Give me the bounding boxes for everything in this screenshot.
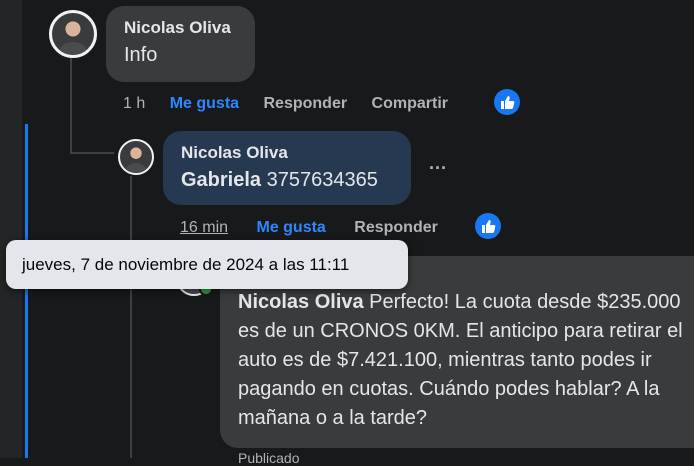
comment-text: Info (124, 44, 158, 66)
like-button[interactable]: Me gusta (170, 95, 239, 113)
like-reaction-icon[interactable] (494, 89, 520, 115)
mention-link[interactable]: Gabriela (181, 169, 261, 191)
comment-text: Gabriela 3757634365 (181, 169, 411, 192)
reply-bubble: Nicolas Oliva Gabriela 3757634365 (163, 131, 411, 205)
left-panel (0, 0, 22, 458)
avatar[interactable] (49, 10, 97, 58)
like-button[interactable]: Me gusta (256, 219, 325, 237)
share-button[interactable]: Compartir (372, 95, 448, 113)
more-options-icon[interactable]: ··· (429, 158, 447, 179)
comment-time[interactable]: 16 min (180, 219, 228, 237)
thread-line-horizontal (70, 152, 114, 154)
comment-time[interactable]: 1 h (123, 95, 145, 113)
comment-author[interactable]: Nicolas Oliva (124, 18, 255, 38)
thread-line-reply (130, 176, 132, 458)
comment-text-body: 3757634365 (261, 169, 378, 191)
avatar[interactable] (118, 139, 154, 175)
reply-button[interactable]: Responder (354, 219, 438, 237)
like-reaction-icon[interactable] (475, 213, 501, 239)
comment-actions: 16 min Me gusta Responder (180, 219, 438, 237)
comment-actions: 1 h Me gusta Responder Compartir (123, 95, 448, 113)
new-reply-indicator (25, 124, 28, 458)
mention-link[interactable]: Nicolas Oliva (238, 291, 364, 313)
comment-bubble: Nicolas Oliva Info (106, 6, 255, 82)
thread-line-vertical (70, 56, 72, 154)
comment-footer: Publicado (238, 450, 300, 466)
reply-button[interactable]: Responder (264, 95, 348, 113)
comment-text: Nicolas Oliva Perfecto! La cuota desde $… (238, 288, 694, 433)
timestamp-tooltip: jueves, 7 de noviembre de 2024 a las 11:… (6, 240, 408, 289)
comment-author[interactable]: Nicolas Oliva (181, 143, 411, 163)
